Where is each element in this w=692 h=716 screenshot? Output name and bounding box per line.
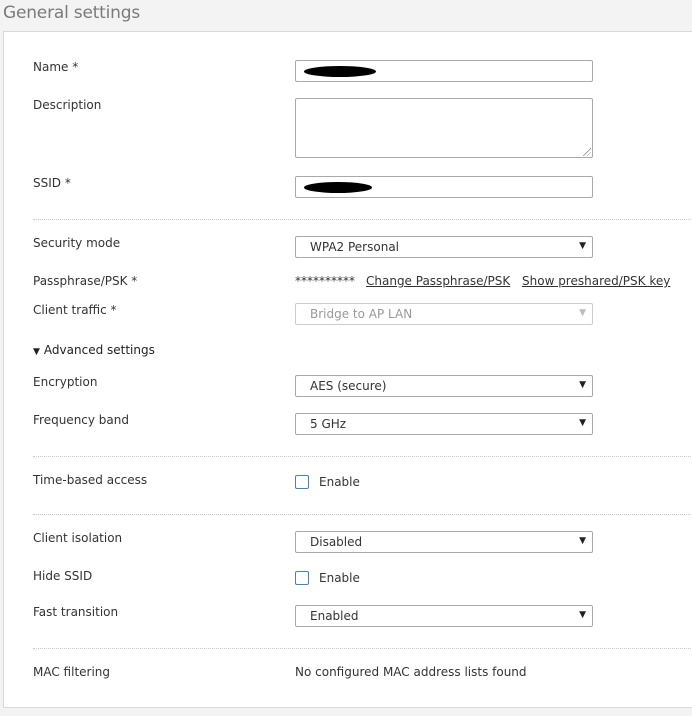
divider [33,219,692,220]
change-passphrase-link[interactable]: Change Passphrase/PSK [366,274,510,288]
security-mode-select[interactable]: WPA2 Personal ▼ [295,236,593,258]
divider [33,456,692,457]
security-mode-label: Security mode [33,236,121,250]
hide-ssid-label: Hide SSID [33,569,93,583]
description-textarea[interactable] [295,98,593,158]
redacted-name [304,66,376,77]
expand-triangle-icon: ▼ [33,347,40,357]
name-input[interactable] [295,60,593,82]
hide-ssid-enable-label[interactable]: Enable [319,571,360,585]
frequency-band-select[interactable]: 5 GHz ▼ [295,413,593,435]
encryption-label: Encryption [33,375,98,389]
client-traffic-label: Client traffic * [33,303,117,317]
redacted-ssid [304,182,372,193]
fast-transition-select[interactable]: Enabled ▼ [295,605,593,627]
frequency-band-value: 5 GHz [310,417,347,431]
resize-grip-icon[interactable] [583,148,591,156]
chevron-down-icon: ▼ [579,241,586,251]
client-isolation-value: Disabled [310,535,363,549]
description-label: Description [33,98,102,112]
time-based-access-checkbox[interactable] [295,475,309,489]
advanced-settings-toggle[interactable]: ▼ Advanced settings [33,343,155,357]
chevron-down-icon: ▼ [579,380,586,390]
client-isolation-label: Client isolation [33,531,123,545]
client-traffic-select: Bridge to AP LAN ▼ [295,303,593,325]
security-mode-value: WPA2 Personal [310,240,400,254]
ssid-input[interactable] [295,176,593,198]
hide-ssid-checkbox[interactable] [295,571,309,585]
mac-filtering-label: MAC filtering [33,665,111,679]
passphrase-label: Passphrase/PSK * [33,274,138,288]
general-settings-panel: Name * Description SSID * Security mode … [3,31,692,708]
name-label: Name * [33,60,79,74]
advanced-settings-label: Advanced settings [43,343,155,357]
divider [33,648,692,649]
divider [33,514,692,515]
fast-transition-label: Fast transition [33,605,119,619]
page-title: General settings [3,3,140,23]
chevron-down-icon: ▼ [579,308,586,318]
fast-transition-value: Enabled [310,609,359,623]
mac-filtering-value: No configured MAC address lists found [295,665,527,679]
time-based-access-label: Time-based access [33,473,148,487]
ssid-label: SSID * [33,176,71,190]
frequency-band-label: Frequency band [33,413,129,427]
client-isolation-select[interactable]: Disabled ▼ [295,531,593,553]
time-based-access-enable-label[interactable]: Enable [319,475,360,489]
chevron-down-icon: ▼ [579,610,586,620]
passphrase-masked: ********** [295,274,355,288]
show-psk-link[interactable]: Show preshared/PSK key [522,274,670,288]
encryption-value: AES (secure) [310,379,387,393]
client-traffic-value: Bridge to AP LAN [310,307,413,321]
chevron-down-icon: ▼ [579,418,586,428]
encryption-select[interactable]: AES (secure) ▼ [295,375,593,397]
chevron-down-icon: ▼ [579,536,586,546]
